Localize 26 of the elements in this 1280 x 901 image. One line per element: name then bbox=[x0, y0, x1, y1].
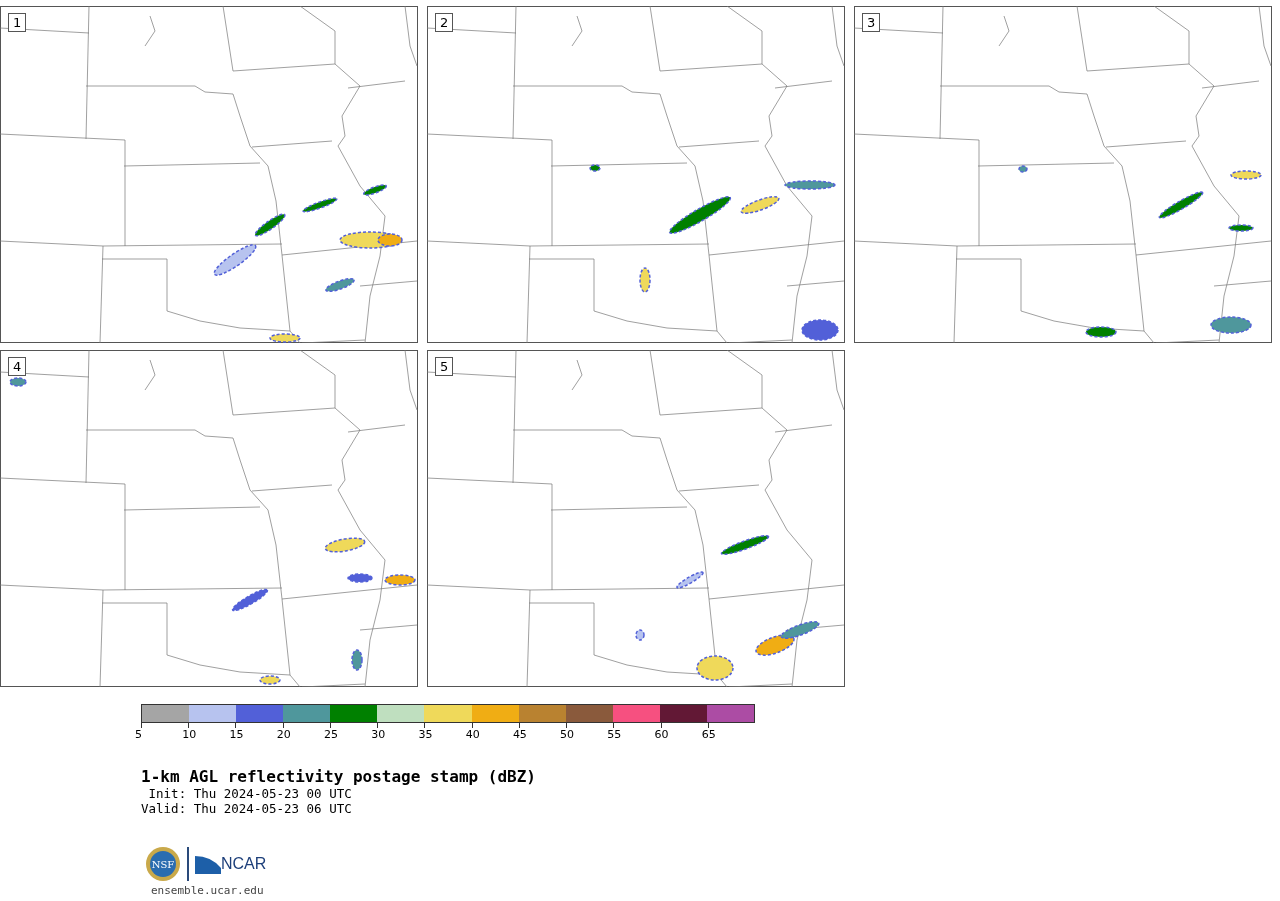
globe-logo-icon: NSF bbox=[145, 846, 181, 882]
swoosh-icon bbox=[195, 854, 221, 874]
chart-title: 1-km AGL reflectivity postage stamp (dBZ) bbox=[141, 767, 537, 786]
divider-line-icon bbox=[187, 847, 189, 881]
tick-label: 35 bbox=[418, 728, 433, 741]
tick-label: 60 bbox=[654, 728, 669, 741]
tick-label: 20 bbox=[276, 728, 291, 741]
logo-wordmark: NCAR bbox=[221, 855, 267, 873]
tick-label: 5 bbox=[135, 728, 142, 741]
tick-label: 50 bbox=[560, 728, 575, 741]
tick-label: 55 bbox=[607, 728, 622, 741]
tick-label: 40 bbox=[465, 728, 480, 741]
panel-number: 4 bbox=[8, 357, 27, 376]
init-time: Init: Thu 2024-05-23 00 UTC bbox=[147, 786, 353, 801]
tick-label: 25 bbox=[323, 728, 338, 741]
panel-number: 5 bbox=[435, 357, 454, 376]
valid-time: Valid: Thu 2024-05-23 06 UTC bbox=[141, 801, 353, 816]
tick-label: 65 bbox=[701, 728, 716, 741]
website-url: ensemble.ucar.edu bbox=[151, 884, 265, 897]
panel-number: 2 bbox=[435, 13, 454, 32]
tick-label: 30 bbox=[371, 728, 386, 741]
tick-label: 15 bbox=[229, 728, 244, 741]
panel-number: 1 bbox=[8, 13, 27, 32]
tick-label: 10 bbox=[182, 728, 197, 741]
panel-number: 3 bbox=[862, 13, 881, 32]
tick-label: 45 bbox=[512, 728, 527, 741]
